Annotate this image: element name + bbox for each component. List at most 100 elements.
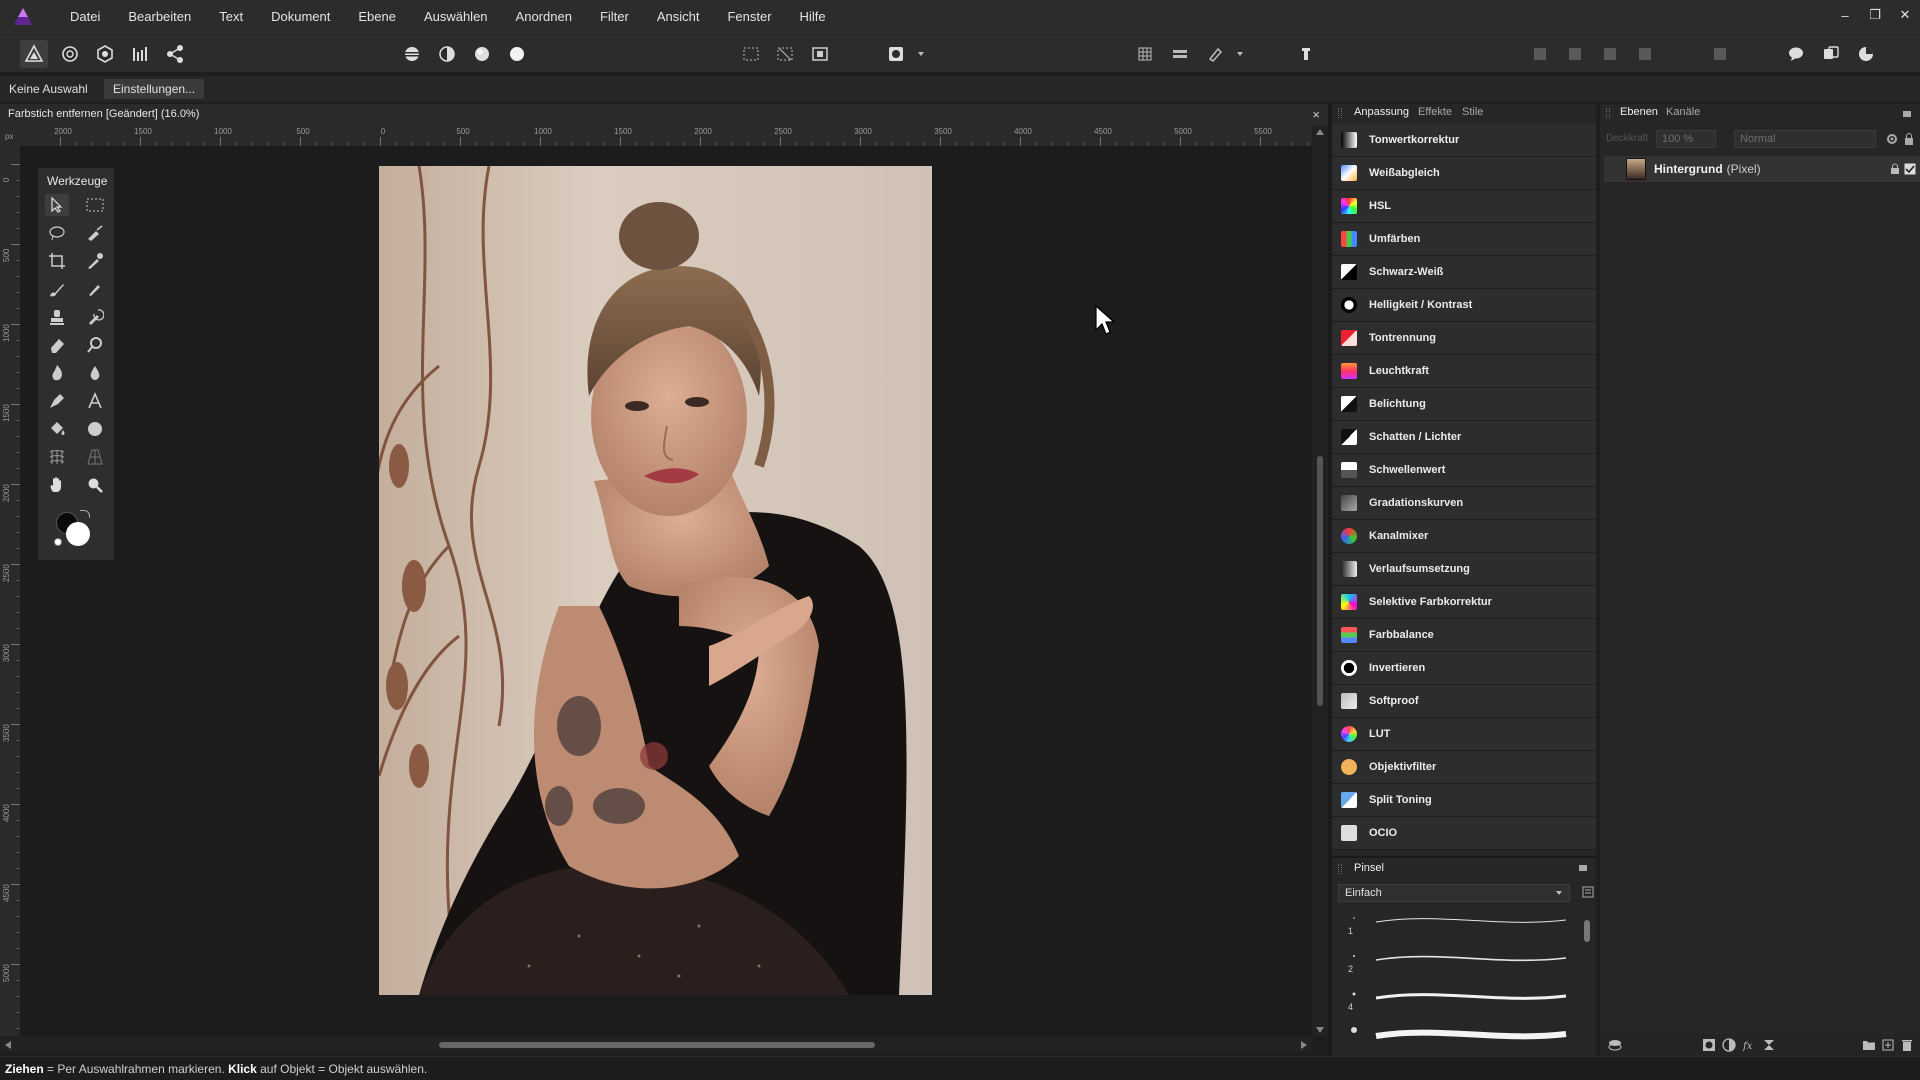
snapping-dropdown[interactable] <box>1233 40 1247 68</box>
personas-chat-button[interactable] <box>1782 40 1810 68</box>
move-tool[interactable] <box>45 194 69 216</box>
freehand-selection-tool[interactable] <box>45 222 69 244</box>
new-layer-icon[interactable] <box>1881 1038 1895 1052</box>
close-button[interactable]: ✕ <box>1890 0 1920 30</box>
selection-brush-tool[interactable] <box>83 222 107 244</box>
menu-ansicht[interactable]: Ansicht <box>643 0 714 34</box>
quick-mask-button[interactable] <box>882 40 910 68</box>
scroll-down-icon[interactable] <box>1315 1026 1325 1034</box>
adjustment-item-objektivfilter[interactable]: Objektivfilter <box>1332 751 1596 784</box>
adjustment-item-verlaufsumsetzung[interactable]: Verlaufsumsetzung <box>1332 553 1596 586</box>
settings-button[interactable]: Einstellungen... <box>104 79 205 99</box>
reset-colors-icon[interactable] <box>54 538 62 546</box>
vertical-scroll-thumb[interactable] <box>1317 456 1323 706</box>
arrange-front-button[interactable] <box>1631 40 1659 68</box>
snapping-grid-button[interactable] <box>1131 40 1159 68</box>
horizontal-scroll-thumb[interactable] <box>439 1042 875 1048</box>
marquee-selection-button[interactable] <box>737 40 765 68</box>
blend-mode-dropdown[interactable]: Normal <box>1734 130 1876 148</box>
quick-mask-dropdown[interactable] <box>914 40 928 68</box>
arrange-backward-button[interactable] <box>1561 40 1589 68</box>
menu-ebene[interactable]: Ebene <box>344 0 410 34</box>
layer-row[interactable]: Hintergrund (Pixel) <box>1604 156 1920 182</box>
layer-stack-icon[interactable] <box>1608 1038 1622 1052</box>
erase-brush-tool[interactable] <box>45 334 69 356</box>
canvas-vertical-scrollbar[interactable] <box>1312 126 1328 1036</box>
auto-levels-button[interactable] <box>398 40 426 68</box>
studio-toggle-button[interactable] <box>1817 40 1845 68</box>
color-swatches[interactable] <box>52 510 92 550</box>
menu-anordnen[interactable]: Anordnen <box>502 0 586 34</box>
arrange-back-button[interactable] <box>1526 40 1554 68</box>
adjustment-item-helligkeit-kontrast[interactable]: Helligkeit / Kontrast <box>1332 289 1596 322</box>
invert-selection-button[interactable] <box>806 40 834 68</box>
brush-category-dropdown[interactable]: Einfach <box>1338 884 1570 902</box>
tab-kanaele[interactable]: Kanäle <box>1666 106 1700 118</box>
auto-white-balance-button[interactable] <box>503 40 531 68</box>
tab-pinsel[interactable]: Pinsel <box>1354 862 1384 874</box>
portrait-photo[interactable] <box>379 166 932 995</box>
secondary-color-swatch[interactable] <box>66 522 90 546</box>
pen-tool[interactable] <box>45 390 69 412</box>
adjustment-item-schwellenwert[interactable]: Schwellenwert <box>1332 454 1596 487</box>
menu-text[interactable]: Text <box>205 0 257 34</box>
zoom-tool[interactable] <box>83 474 107 496</box>
adjustment-item-split-toning[interactable]: Split Toning <box>1332 784 1596 817</box>
brush-list-scrollbar[interactable] <box>1584 912 1590 1048</box>
menu-dokument[interactable]: Dokument <box>257 0 344 34</box>
dodge-brush-tool[interactable] <box>83 334 107 356</box>
panel-grip-icon[interactable] <box>1338 864 1342 874</box>
tab-anpassung[interactable]: Anpassung <box>1354 106 1409 118</box>
layer-visibility-checkbox-icon[interactable] <box>1904 163 1916 175</box>
perspective-tool[interactable] <box>83 446 107 468</box>
adjustment-item-invertieren[interactable]: Invertieren <box>1332 652 1596 685</box>
alignment-button[interactable] <box>1166 40 1194 68</box>
auto-contrast-button[interactable] <box>433 40 461 68</box>
undo-brush-tool[interactable] <box>83 306 107 328</box>
layer-lock-icon[interactable] <box>1890 163 1900 175</box>
crop-tool[interactable] <box>45 250 69 272</box>
scroll-left-icon[interactable] <box>4 1040 12 1050</box>
vertical-ruler[interactable]: 0 500 1000 1500 2000 2500 3000 3500 4000 4500 5000 <box>0 146 20 1036</box>
canvas-area[interactable] <box>20 146 1312 1036</box>
paint-brush-tool[interactable] <box>45 278 69 300</box>
tab-stile[interactable]: Stile <box>1462 106 1483 118</box>
sharpen-brush-tool[interactable] <box>83 362 107 384</box>
adjustment-layer-icon[interactable] <box>1722 1038 1736 1052</box>
flood-fill-tool[interactable] <box>45 418 69 440</box>
adjustment-item-schwarz-weiß[interactable]: Schwarz-Weiß <box>1332 256 1596 289</box>
lock-icon[interactable] <box>1904 132 1914 146</box>
view-tool[interactable] <box>45 474 69 496</box>
adjustment-item-kanalmixer[interactable]: Kanalmixer <box>1332 520 1596 553</box>
menu-bearbeiten[interactable]: Bearbeiten <box>114 0 205 34</box>
adjustment-item-tontrennung[interactable]: Tontrennung <box>1332 322 1596 355</box>
auto-colors-button[interactable] <box>468 40 496 68</box>
menu-auswaehlen[interactable]: Auswählen <box>410 0 502 34</box>
brush-options-icon[interactable] <box>1582 886 1594 898</box>
panel-menu-icon[interactable] <box>1902 109 1912 119</box>
clone-brush-tool[interactable] <box>45 306 69 328</box>
adjustment-item-umfärben[interactable]: Umfärben <box>1332 223 1596 256</box>
photo-persona-button[interactable] <box>20 40 48 68</box>
transform-button[interactable] <box>1706 40 1734 68</box>
scroll-right-icon[interactable] <box>1300 1040 1308 1050</box>
live-filter-icon[interactable] <box>1762 1038 1776 1052</box>
fx-icon[interactable]: fx <box>1742 1038 1756 1052</box>
document-tab[interactable]: Farbstich entfernen [Geändert] (16.0%) × <box>0 104 1328 126</box>
panel-grip-icon[interactable] <box>1606 108 1610 118</box>
tab-effekte[interactable]: Effekte <box>1418 106 1452 118</box>
menu-filter[interactable]: Filter <box>586 0 643 34</box>
canvas-horizontal-scrollbar[interactable] <box>0 1036 1312 1052</box>
close-document-button[interactable]: × <box>1312 107 1320 122</box>
scroll-up-icon[interactable] <box>1315 128 1325 136</box>
text-tool[interactable] <box>83 390 107 412</box>
minimize-button[interactable]: – <box>1830 0 1860 30</box>
assistant-button[interactable] <box>1292 40 1320 68</box>
mask-layer-icon[interactable] <box>1702 1038 1716 1052</box>
adjustment-item-hsl[interactable]: HSL <box>1332 190 1596 223</box>
adjustment-item-tonwertkorrektur[interactable]: Tonwertkorrektur <box>1332 124 1596 157</box>
adjustment-item-selektive-farbkorrektur[interactable]: Selektive Farbkorrektur <box>1332 586 1596 619</box>
affinity-photo-logo-icon[interactable] <box>12 6 34 28</box>
tone-mapping-persona-button[interactable] <box>126 40 154 68</box>
adjustment-item-schatten-lichter[interactable]: Schatten / Lichter <box>1332 421 1596 454</box>
